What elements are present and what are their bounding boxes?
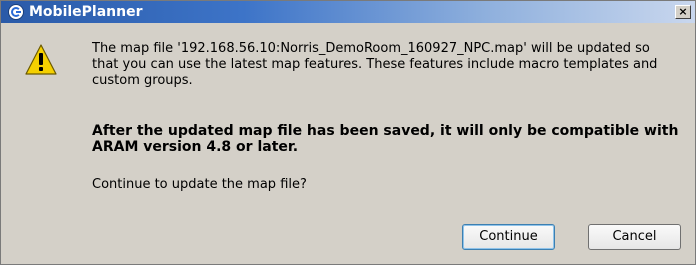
warning-icon <box>25 44 57 75</box>
cancel-button[interactable]: Cancel <box>588 224 681 250</box>
dialog-window: MobilePlanner × The map file '192.168.56… <box>0 0 696 265</box>
compatibility-warning: After the updated map file has been save… <box>92 123 679 155</box>
app-logo-bar <box>16 11 21 13</box>
update-message: The map file '192.168.56.10:Norris_DemoR… <box>92 41 658 88</box>
confirm-question: Continue to update the map file? <box>92 177 307 192</box>
close-button[interactable]: × <box>675 5 691 19</box>
app-logo-icon <box>8 4 24 20</box>
continue-button[interactable]: Continue <box>462 224 555 250</box>
window-title: MobilePlanner <box>29 4 143 20</box>
title-bar[interactable]: MobilePlanner × <box>1 1 695 23</box>
